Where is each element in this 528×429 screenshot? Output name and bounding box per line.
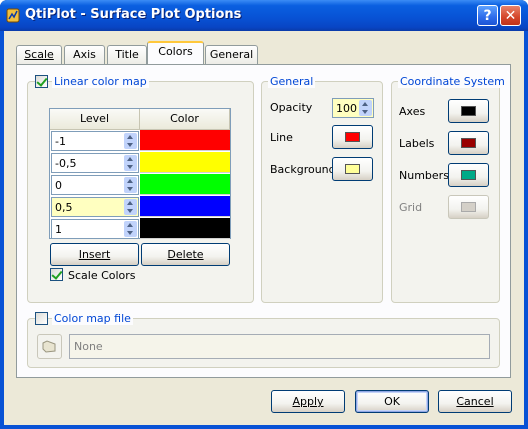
level-spinbox[interactable]: -1 xyxy=(51,131,139,151)
color-map-file-label: Color map file xyxy=(52,312,133,325)
opacity-label: Opacity xyxy=(270,101,313,114)
color-cell[interactable] xyxy=(140,174,230,195)
color-map-file-checkbox[interactable] xyxy=(35,312,48,325)
level-column-header[interactable]: Level xyxy=(50,109,140,130)
table-row: -1 xyxy=(50,130,230,152)
axes-label: Axes xyxy=(399,105,426,118)
linear-color-map-checkbox[interactable] xyxy=(35,75,48,88)
general-group-title: General xyxy=(268,75,316,88)
qtiplot-app-icon xyxy=(6,8,20,23)
insert-button[interactable]: Insert xyxy=(50,243,139,266)
spin-arrows-icon[interactable] xyxy=(359,100,372,116)
line-label: Line xyxy=(270,131,293,144)
level-spinbox[interactable]: 0 xyxy=(51,175,139,195)
title-bar[interactable]: QtiPlot - Surface Plot Options ? ✕ xyxy=(0,0,528,31)
grid-label: Grid xyxy=(399,201,423,214)
window-title: QtiPlot - Surface Plot Options xyxy=(25,7,242,22)
help-button[interactable]: ? xyxy=(477,5,498,26)
cancel-button[interactable]: Cancel xyxy=(438,390,512,413)
spin-arrows-icon[interactable] xyxy=(124,133,137,149)
tab-title[interactable]: Title xyxy=(107,45,147,65)
background-color-button[interactable] xyxy=(332,157,373,181)
color-cell[interactable] xyxy=(140,218,230,239)
close-button[interactable]: ✕ xyxy=(500,5,521,26)
coordinate-system-title: Coordinate System xyxy=(398,75,507,88)
level-spinbox[interactable]: 0,5 xyxy=(51,197,139,217)
spin-arrows-icon[interactable] xyxy=(124,177,137,193)
tab-colors[interactable]: Colors xyxy=(147,41,204,64)
table-row: 0,5 xyxy=(50,196,230,218)
color-cell[interactable] xyxy=(140,196,230,217)
table-row: 0 xyxy=(50,174,230,196)
spin-arrows-icon[interactable] xyxy=(124,199,137,215)
color-cell[interactable] xyxy=(140,152,230,173)
table-row: 1 xyxy=(50,218,230,240)
ok-button[interactable]: OK xyxy=(355,390,429,413)
scale-colors-label: Scale Colors xyxy=(68,269,136,282)
grid-color-button[interactable] xyxy=(448,195,489,219)
labels-color-button[interactable] xyxy=(448,131,489,155)
color-column-header[interactable]: Color xyxy=(140,109,230,130)
frame-right xyxy=(524,31,528,429)
numbers-color-button[interactable] xyxy=(448,163,489,187)
line-color-button[interactable] xyxy=(332,125,373,149)
level-spinbox[interactable]: -0,5 xyxy=(51,153,139,173)
delete-button[interactable]: Delete xyxy=(141,243,230,266)
apply-button[interactable]: Apply xyxy=(271,390,345,413)
table-row: -0,5 xyxy=(50,152,230,174)
tab-general[interactable]: General xyxy=(205,45,258,65)
color-map-file-path-input[interactable]: None xyxy=(69,334,490,359)
browse-file-button[interactable] xyxy=(37,334,62,359)
spin-arrows-icon[interactable] xyxy=(124,221,137,237)
spin-arrows-icon[interactable] xyxy=(124,155,137,171)
linear-color-map-label: Linear color map xyxy=(52,75,149,88)
tab-axis[interactable]: Axis xyxy=(64,45,105,65)
tab-scale[interactable]: Scale xyxy=(16,45,62,65)
labels-label: Labels xyxy=(399,137,435,150)
level-spinbox[interactable]: 1 xyxy=(51,219,139,239)
folder-icon xyxy=(42,340,56,353)
axes-color-button[interactable] xyxy=(448,99,489,123)
numbers-label: Numbers xyxy=(399,169,449,182)
scale-colors-checkbox[interactable] xyxy=(50,268,63,281)
color-level-table: Level Color -1 -0,5 0 0,5 1 xyxy=(49,108,231,239)
color-cell[interactable] xyxy=(140,130,230,151)
frame-bottom xyxy=(0,425,528,429)
opacity-spinbox[interactable]: 100 xyxy=(332,98,374,118)
background-label: Background xyxy=(270,163,336,176)
